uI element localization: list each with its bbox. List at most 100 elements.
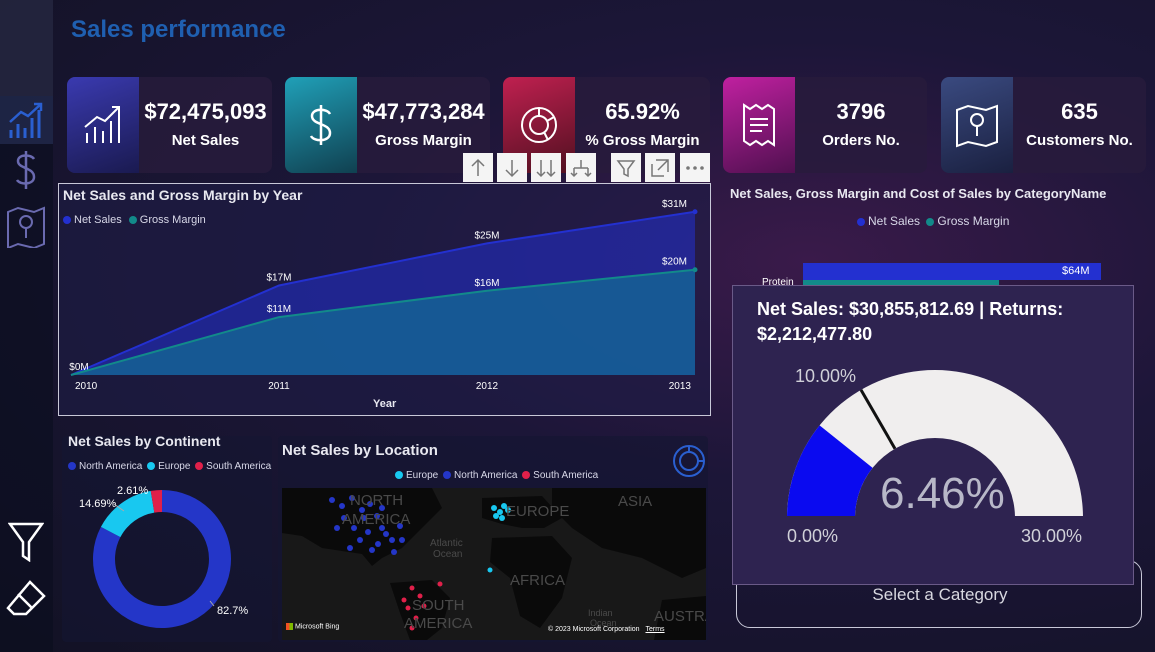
- map-dot: [491, 505, 497, 511]
- map-dot: [383, 531, 389, 537]
- copyright-text: © 2023 Microsoft Corporation: [548, 626, 640, 633]
- chart-legend: Europe North America South America: [395, 470, 598, 481]
- kpi-card-orders: 3796 Orders No.: [723, 77, 927, 173]
- legend-marker: [926, 217, 935, 226]
- map-focus-icon[interactable]: [672, 444, 706, 483]
- expand-icon: [651, 158, 669, 177]
- map-label: AFRICA: [510, 572, 566, 589]
- kpi-label: % Gross Margin: [585, 132, 700, 149]
- legend-label: North America: [79, 461, 143, 472]
- more-options-button[interactable]: [680, 153, 710, 182]
- kpi-label: Net Sales: [171, 132, 240, 149]
- map-label: NORTH: [350, 492, 404, 509]
- map-dot: [389, 537, 395, 543]
- chart-title: Net Sales by Location: [282, 442, 438, 459]
- map-dot: [357, 537, 363, 543]
- map-dot: [369, 547, 375, 553]
- kpi-card-customers: 635 Customers No.: [941, 77, 1146, 173]
- filter-icon: [616, 159, 636, 177]
- drill-down-button[interactable]: [497, 153, 527, 182]
- expand-next-level-button[interactable]: [566, 153, 596, 182]
- map-label: AMERICA: [342, 511, 411, 528]
- map-dot: [401, 597, 407, 603]
- map-dot: [405, 605, 411, 611]
- donut-slice: [150, 490, 163, 513]
- legend-label: Europe: [406, 470, 439, 481]
- data-label: $31M: [662, 199, 687, 210]
- kpi-label: Orders No.: [822, 132, 900, 149]
- data-label: $20M: [662, 257, 687, 268]
- gauge-max-label: 30.00%: [1021, 526, 1083, 546]
- attribution-text: Microsoft Bing: [294, 623, 340, 631]
- kpi-value: 3796: [836, 99, 886, 124]
- data-label: $16M: [474, 278, 499, 289]
- go-next-level-button[interactable]: [531, 153, 561, 182]
- tooltip-header-line1: Net Sales: $30,855,812.69 | Returns:: [757, 299, 1064, 319]
- map-label: Atlantic: [430, 538, 463, 549]
- x-tick-label: 2011: [268, 381, 290, 392]
- map-label: AMERICA: [404, 615, 473, 632]
- filter-icon[interactable]: [6, 522, 46, 562]
- x-tick-label: 2013: [669, 381, 692, 392]
- line-chart-panel[interactable]: Net Sales and Gross Margin by Year Net S…: [58, 183, 711, 416]
- gauge-target-label: 10.00%: [795, 366, 857, 386]
- arrow-down-icon: [505, 159, 519, 177]
- microsoft-logo-icon: [286, 623, 293, 630]
- legend-marker: [443, 471, 452, 480]
- gauge-tooltip: Net Sales: $30,855,812.69 | Returns: $2,…: [732, 285, 1134, 585]
- tooltip-header-line2: $2,212,477.80: [757, 324, 873, 344]
- slicer-label: Select a Category: [872, 585, 1008, 604]
- map-dot: [334, 525, 340, 531]
- fork-arrow-icon: [570, 159, 592, 177]
- nav-sales-chart-icon[interactable]: [6, 100, 46, 140]
- visual-filter-button[interactable]: [611, 153, 641, 182]
- series-end-point: [692, 267, 698, 273]
- x-axis-title: Year: [373, 398, 397, 410]
- receipt-icon: [723, 77, 795, 173]
- double-arrow-down-icon: [536, 159, 556, 177]
- map-panel[interactable]: Net Sales by Location Europe North Ameri…: [278, 436, 708, 642]
- kpi-value: 635: [1061, 99, 1098, 124]
- map-label: EUROPE: [506, 503, 570, 520]
- legend-marker: [522, 471, 531, 480]
- map-dot: [409, 585, 415, 591]
- data-label: $17M: [266, 273, 291, 284]
- kpi-value: 65.92%: [605, 99, 680, 124]
- map-label: AUSTRA: [654, 608, 706, 625]
- chart-growth-icon: [67, 77, 139, 173]
- legend-label: Net Sales: [868, 214, 921, 228]
- legend-marker: [147, 462, 156, 471]
- x-tick-label: 2010: [75, 381, 98, 392]
- map-dot: [499, 515, 505, 521]
- nav-dollar-icon[interactable]: [6, 150, 46, 190]
- legend-label: North America: [454, 470, 518, 481]
- map-dot: [365, 529, 371, 535]
- donut-chart-panel[interactable]: Net Sales by Continent North America Eur…: [62, 433, 272, 642]
- data-label: $11M: [267, 304, 291, 315]
- eraser-icon[interactable]: [6, 578, 46, 618]
- focus-mode-button[interactable]: [645, 153, 675, 182]
- map-canvas[interactable]: NORTH AMERICA EUROPE ASIA Atlantic Ocean…: [282, 488, 706, 640]
- legend-label: Gross Margin: [937, 214, 1010, 228]
- chart-legend: North America Europe South America: [68, 461, 271, 472]
- map-pin-icon: [941, 77, 1013, 173]
- legend-marker: [857, 217, 865, 226]
- kpi-value: $72,475,093: [144, 99, 267, 124]
- kpi-label: Customers No.: [1026, 132, 1133, 149]
- kpi-value: $47,773,284: [362, 99, 485, 124]
- legend-label: South America: [206, 461, 272, 472]
- bing-attribution: Microsoft Bing: [286, 623, 339, 630]
- nav-map-icon[interactable]: [6, 206, 46, 248]
- map-label: Indian: [588, 608, 613, 618]
- terms-link[interactable]: Terms: [646, 626, 665, 633]
- bar-net-sales[interactable]: [803, 263, 1101, 280]
- legend-label: Europe: [158, 461, 191, 472]
- gauge-value: 6.46%: [880, 469, 1005, 518]
- slice-label: 82.7%: [217, 605, 248, 617]
- drill-up-button[interactable]: [463, 153, 493, 182]
- legend-marker: [68, 462, 76, 471]
- map-dot: [347, 545, 353, 551]
- dollar-icon: [285, 77, 357, 173]
- legend-marker: [395, 471, 403, 480]
- donut-chart: 82.7% 14.69%2.61%: [79, 485, 248, 628]
